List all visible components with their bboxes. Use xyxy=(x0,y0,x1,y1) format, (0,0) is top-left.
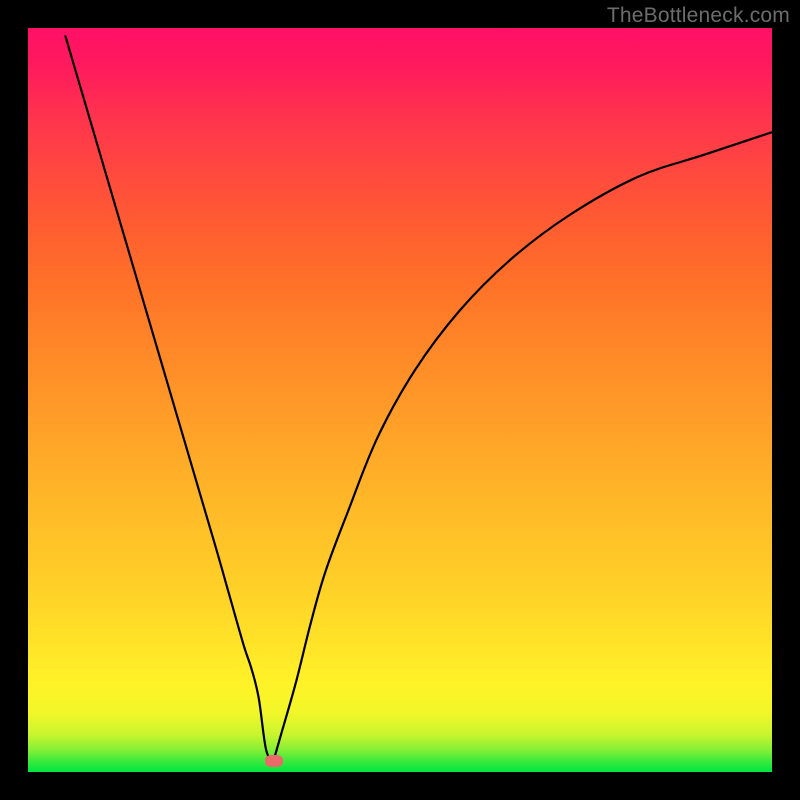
chart-frame: TheBottleneck.com xyxy=(0,0,800,800)
watermark-text: TheBottleneck.com xyxy=(607,4,790,28)
plot-area xyxy=(28,28,772,772)
optimum-marker xyxy=(265,755,283,767)
curve-path xyxy=(65,35,772,760)
bottleneck-curve xyxy=(28,28,772,772)
